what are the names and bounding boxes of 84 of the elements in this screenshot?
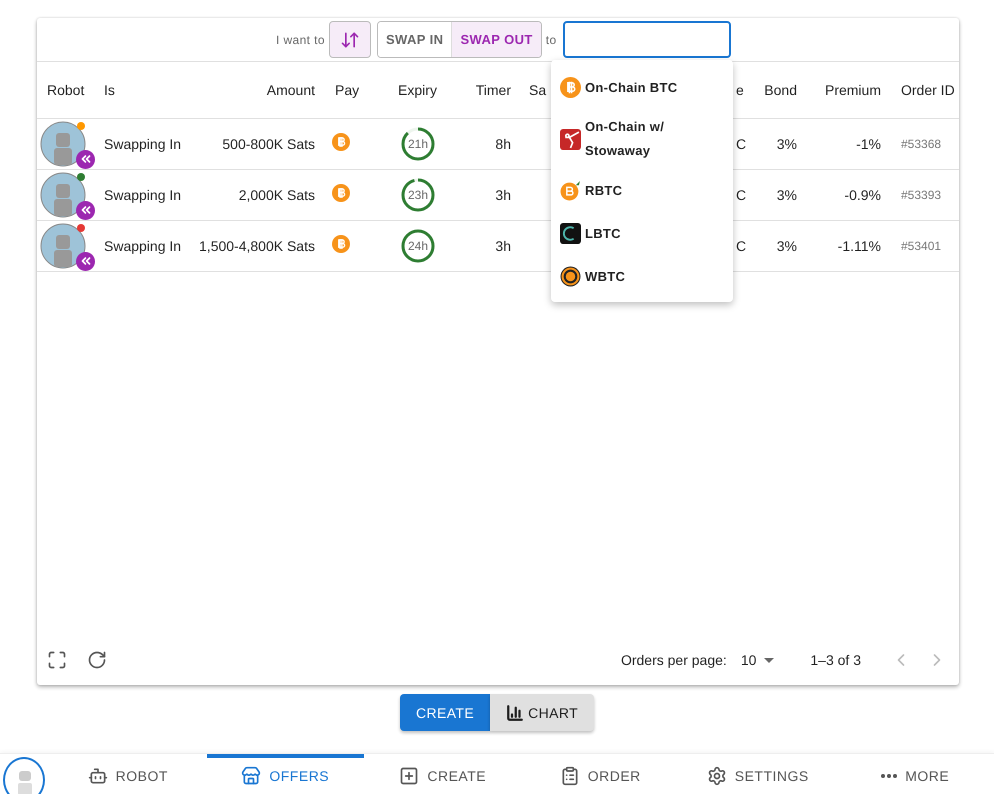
- nav-tab[interactable]: ROBOT: [49, 754, 206, 794]
- more-icon: [881, 774, 898, 778]
- create-button[interactable]: CREATE: [400, 694, 490, 731]
- settings-icon: [706, 766, 727, 786]
- table-cell: 1,500-4,800K Sats: [199, 238, 315, 254]
- table-cell: 500-800K Sats: [222, 136, 315, 152]
- fullscreen-icon: [47, 650, 67, 670]
- currency-option[interactable]: WBTC: [551, 255, 733, 298]
- table-cell: 2,000K Sats: [238, 186, 315, 202]
- crescent-icon: [560, 223, 581, 244]
- table-cell: C: [736, 136, 746, 152]
- figure-icon: [560, 128, 581, 150]
- nav-tab[interactable]: OFFERS: [206, 754, 364, 794]
- table-cell: 8h: [495, 136, 511, 152]
- nav-tab[interactable]: SETTINGS: [679, 754, 836, 794]
- table-cell: -0.9%: [844, 186, 881, 202]
- bitcoin-leaf-icon: [560, 180, 581, 201]
- column-header: Expiry: [398, 82, 437, 98]
- rows-per-page-select[interactable]: 10: [740, 652, 774, 668]
- expiry-ring: 24h: [400, 228, 436, 264]
- bar-chart-icon: [506, 704, 524, 722]
- swap-toggle[interactable]: SWAP OUT: [451, 22, 541, 57]
- page-range: 1–3 of 3: [810, 652, 861, 668]
- column-header: Amount: [266, 82, 315, 98]
- rows-per-page-label: Orders per page:: [620, 652, 727, 668]
- clipboard-icon: [560, 766, 580, 786]
- plus-square-icon: [399, 766, 420, 786]
- column-header: Order ID: [901, 82, 955, 98]
- swap-in-badge: [76, 200, 95, 220]
- refresh-button[interactable]: [87, 650, 107, 670]
- connector-label: to: [546, 32, 557, 46]
- caret-icon: [764, 658, 774, 662]
- table-cell: #53401: [901, 238, 942, 252]
- robot-avatar: [40, 172, 86, 218]
- column-header: Pay: [335, 82, 360, 98]
- expiry-ring: 21h: [400, 126, 436, 162]
- nav-tab[interactable]: MORE: [836, 754, 994, 794]
- swap-in-badge: [76, 150, 95, 168]
- table-cell: 3%: [776, 136, 797, 152]
- currency-option[interactable]: LBTC: [551, 212, 733, 255]
- table-cell: Swapping In: [104, 238, 182, 254]
- swap-in-badge: [76, 252, 95, 270]
- column-header: Bond: [764, 82, 797, 98]
- filter-label: I want to: [276, 32, 325, 46]
- currency-option[interactable]: RBTC: [551, 169, 733, 212]
- robot-avatar: [40, 120, 86, 166]
- bitcoin-icon: [332, 133, 350, 151]
- currency-field[interactable]: [562, 21, 731, 58]
- currency-option[interactable]: On-Chain w/ Stowaway: [551, 109, 733, 169]
- table-cell: Swapping In: [104, 186, 182, 202]
- table-cell: -1%: [856, 136, 881, 152]
- fullscreen-button[interactable]: [47, 650, 67, 670]
- column-header: Robot: [47, 82, 84, 98]
- currency-option[interactable]: On-Chain BTC: [551, 66, 733, 109]
- expiry-ring: 23h: [400, 176, 436, 212]
- refresh-icon: [87, 650, 107, 670]
- column-header: Timer: [476, 82, 511, 98]
- robot-avatar: [40, 222, 86, 268]
- table-cell: 3%: [776, 186, 797, 202]
- swap-arrows-icon: [340, 30, 360, 50]
- table-cell: C: [736, 186, 746, 202]
- table-cell: #53368: [901, 136, 942, 150]
- column-header: e: [736, 82, 744, 98]
- bitcoin-icon: [332, 184, 350, 202]
- table-cell: -1.11%: [838, 238, 881, 254]
- bitcoin-icon: [332, 235, 350, 253]
- bitcoin-icon: [560, 77, 581, 98]
- bitcoin-ring-icon: [560, 266, 581, 287]
- swap-direction-button[interactable]: [328, 21, 371, 58]
- store-icon: [241, 766, 262, 786]
- table-cell: 3h: [495, 186, 511, 202]
- table-cell: Swapping In: [104, 136, 182, 152]
- robot-avatar[interactable]: [3, 757, 45, 794]
- robot-icon: [88, 766, 108, 786]
- nav-tab[interactable]: ORDER: [522, 754, 679, 794]
- column-header: Premium: [824, 82, 881, 98]
- chart-button[interactable]: CHART: [490, 694, 594, 731]
- column-header: Is: [104, 82, 115, 98]
- table-cell: 3h: [495, 238, 511, 254]
- table-cell: C: [736, 238, 746, 254]
- nav-tab[interactable]: CREATE: [364, 754, 522, 794]
- table-cell: #53393: [901, 188, 942, 202]
- column-header: Sa: [529, 82, 546, 98]
- table-cell: 3%: [776, 238, 797, 254]
